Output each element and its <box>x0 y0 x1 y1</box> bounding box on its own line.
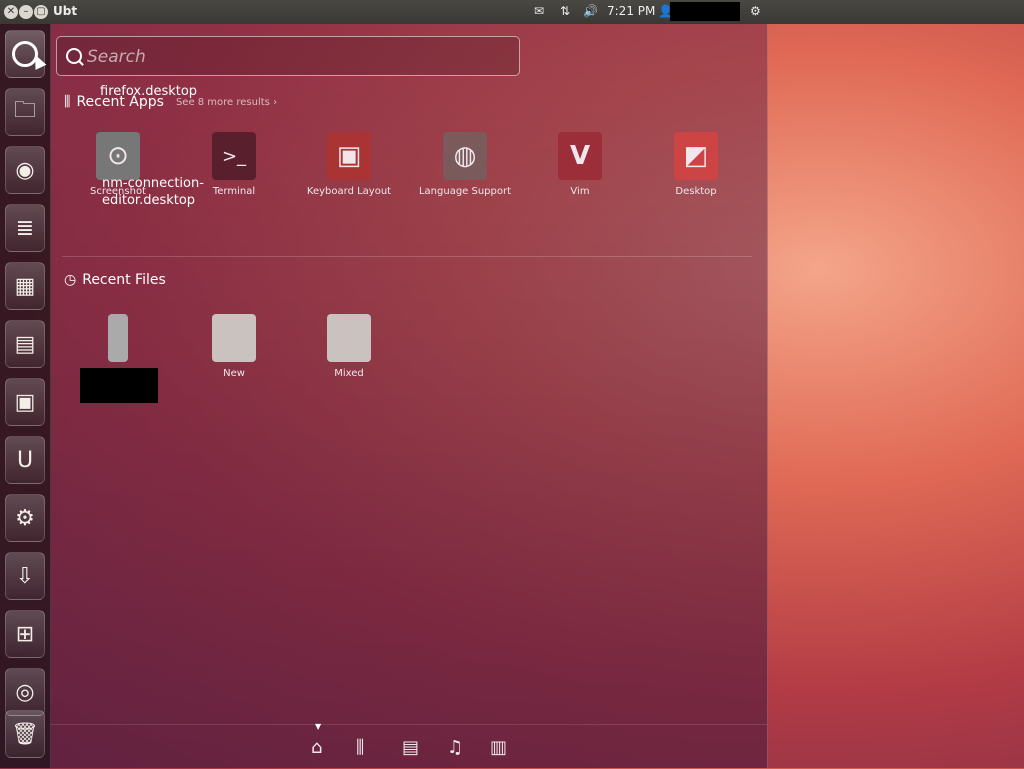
launcher-writer-icon[interactable]: ≣ <box>5 204 45 252</box>
launcher-settings-icon[interactable]: ⚙ <box>5 494 45 542</box>
vim-icon: V <box>558 132 602 180</box>
app-label: Keyboard Layout <box>306 186 392 197</box>
clock-icon: ◷ <box>64 272 77 288</box>
file-tile-mixed[interactable]: Mixed <box>294 314 404 379</box>
launcher-ubuntu-one-icon[interactable]: U <box>5 436 45 484</box>
folder-icon <box>327 314 371 362</box>
launcher-trash-icon[interactable]: 🗑 <box>5 710 45 758</box>
maximize-icon[interactable]: ▢ <box>34 5 48 19</box>
file-label: Mixed <box>334 368 364 379</box>
nm-connection-label-line1: nm-connection- <box>102 176 204 191</box>
launcher-files-icon[interactable]: 🗀 <box>5 88 45 136</box>
see-more-results[interactable]: See 8 more results › <box>176 97 277 108</box>
file-tile[interactable] <box>63 314 173 403</box>
files-lens-icon[interactable]: ▤ <box>402 737 419 758</box>
top-panel: ✕ – ▢ Ubt ✉ ⇅ 🔊 7:21 PM 👤 ⚙ <box>0 0 1024 24</box>
app-label: Vim <box>570 186 590 197</box>
mail-icon[interactable]: ✉ <box>534 4 544 18</box>
recent-apps-header[interactable]: ⫼ Recent Apps See 8 more results › <box>64 94 277 110</box>
app-tile-vim[interactable]: V Vim <box>525 132 635 197</box>
session-gear-icon[interactable]: ⚙ <box>750 4 761 18</box>
clock[interactable]: 7:21 PM <box>607 4 655 18</box>
launcher-workspace-icon[interactable]: ⊞ <box>5 610 45 658</box>
nm-connection-label-line2: editor.desktop <box>102 193 196 208</box>
search-icon <box>66 48 82 64</box>
volume-icon[interactable]: 🔊 <box>583 4 598 18</box>
launcher-cdrom-icon[interactable]: ◎ <box>5 668 45 716</box>
app-label: Language Support <box>418 186 512 197</box>
app-title: Ubt <box>53 4 78 18</box>
launcher-update-icon[interactable]: ⇩ <box>5 552 45 600</box>
launcher-calc-icon[interactable]: ▦ <box>5 262 45 310</box>
app-label: Desktop <box>675 186 717 197</box>
keyboard-layout-icon: ▣ <box>327 132 371 180</box>
recent-apps-title: Recent Apps <box>76 94 164 110</box>
file-tile-new[interactable]: New <box>179 314 289 379</box>
app-tile-desktop[interactable]: ◩ Desktop <box>641 132 751 197</box>
search-input[interactable] <box>85 43 489 71</box>
launcher-firefox-icon[interactable]: ◉ <box>5 146 45 194</box>
search-box[interactable] <box>56 36 520 76</box>
minimize-icon[interactable]: – <box>19 5 33 19</box>
file-icon <box>108 314 128 362</box>
desktop-icon: ◩ <box>674 132 718 180</box>
recent-files-title: Recent Files <box>82 272 166 288</box>
redacted-filename <box>80 368 158 403</box>
app-tile-keyboard-layout[interactable]: ▣ Keyboard Layout <box>294 132 404 197</box>
file-label: New <box>223 368 245 379</box>
apps-icon: ⫼ <box>64 94 71 110</box>
section-divider <box>62 256 752 257</box>
recent-files-header[interactable]: ◷ Recent Files <box>64 272 166 288</box>
active-lens-indicator: ▼ <box>315 722 322 731</box>
network-icon[interactable]: ⇅ <box>560 4 570 18</box>
folder-icon <box>212 314 256 362</box>
home-lens-icon[interactable]: ⌂ <box>311 737 322 758</box>
terminal-icon: >_ <box>212 132 256 180</box>
launcher-software-center-icon[interactable]: ▣ <box>5 378 45 426</box>
launcher: 🗀 ◉ ≣ ▦ ▤ ▣ U ⚙ ⇩ ⊞ ◎ 🗑 <box>0 24 51 768</box>
launcher-impress-icon[interactable]: ▤ <box>5 320 45 368</box>
video-lens-icon[interactable]: ▥ <box>490 737 507 758</box>
lens-bar: ▼ ⌂ ⫼ ▤ ♫ ▥ <box>50 722 767 769</box>
app-tile-language-support[interactable]: ◍ Language Support <box>410 132 520 197</box>
apps-lens-icon[interactable]: ⫼ <box>356 737 364 758</box>
redacted-username <box>670 2 740 21</box>
language-support-icon: ◍ <box>443 132 487 180</box>
close-icon[interactable]: ✕ <box>4 5 18 19</box>
music-lens-icon[interactable]: ♫ <box>447 737 463 758</box>
dash-window: firefox.desktop ⫼ Recent Apps See 8 more… <box>50 24 768 768</box>
screenshot-icon: ⊙ <box>96 132 140 180</box>
